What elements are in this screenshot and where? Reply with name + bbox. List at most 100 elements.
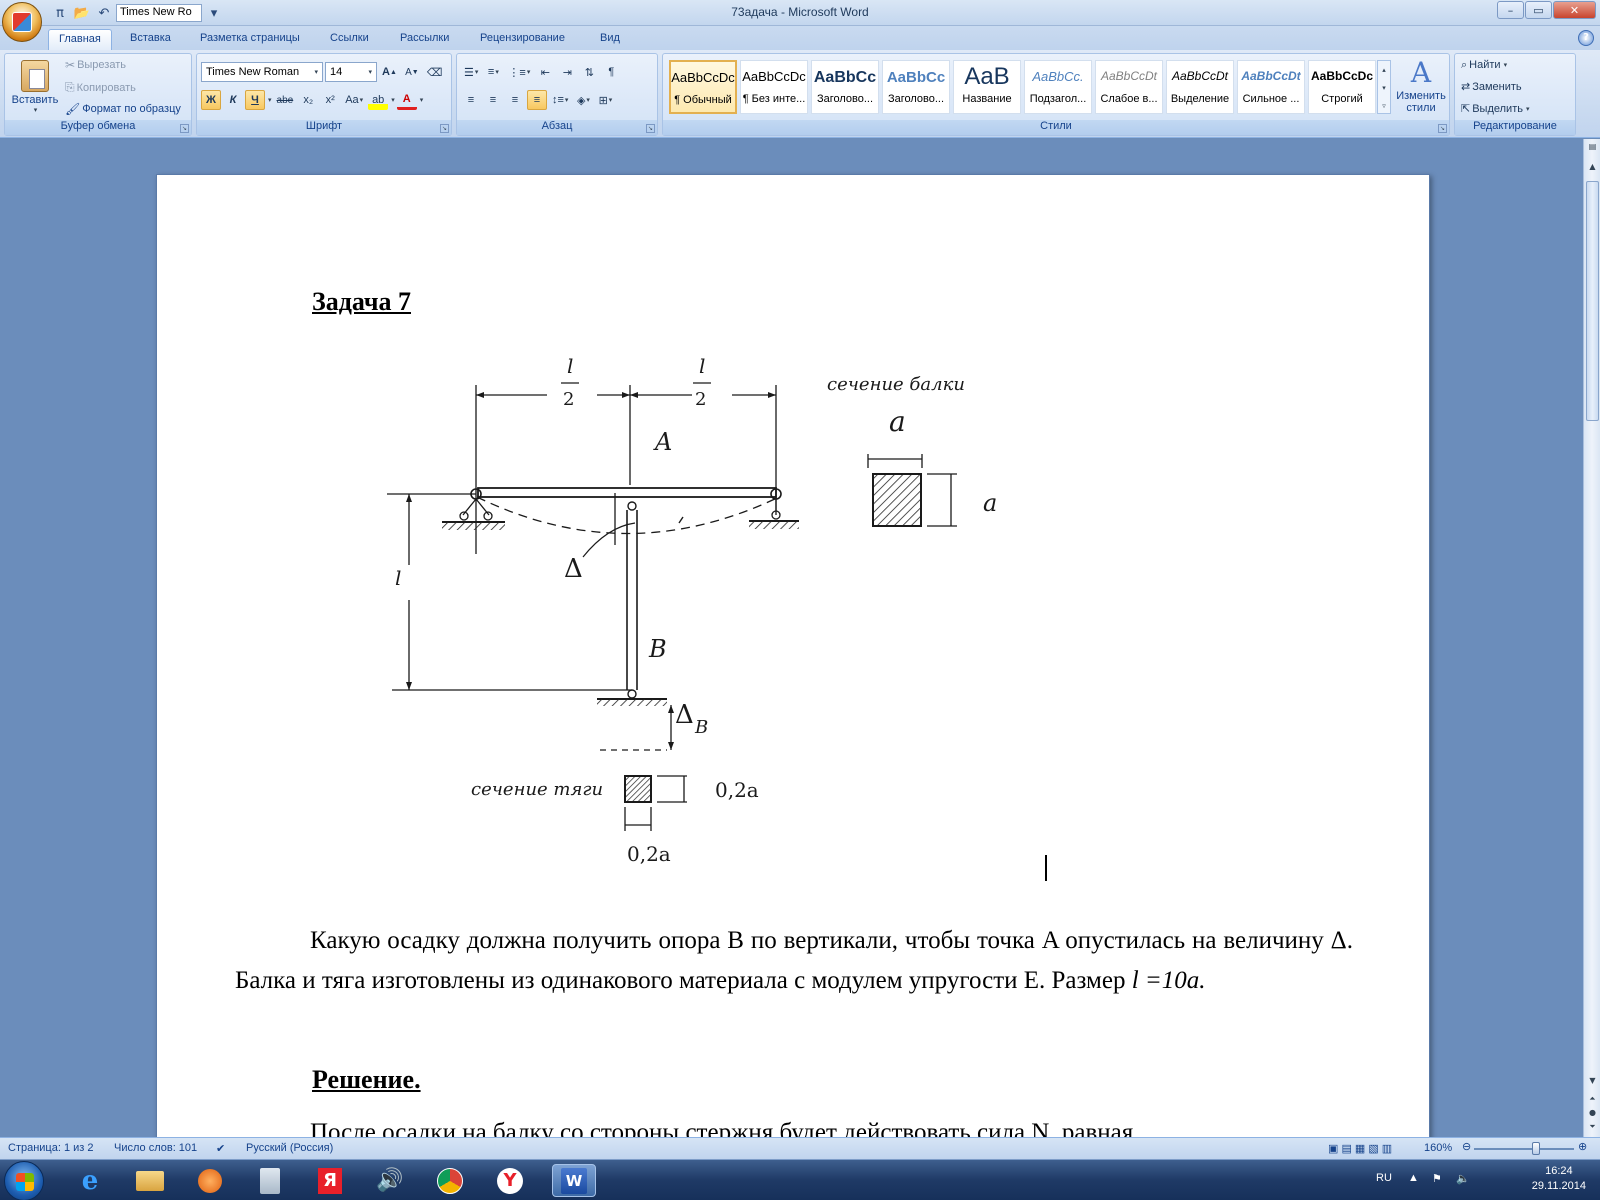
style-tile[interactable]: AaBbCcDt Выделение: [1166, 60, 1234, 114]
clear-format-icon[interactable]: ⌫: [424, 62, 446, 82]
chrome-icon[interactable]: [428, 1164, 472, 1197]
language-indicator[interactable]: Русский (Россия): [246, 1142, 333, 1154]
align-center-icon[interactable]: ≡: [483, 90, 503, 110]
strikethrough-button[interactable]: abe: [274, 90, 297, 110]
ruler-toggle-icon[interactable]: ▤: [1585, 139, 1600, 154]
calculator-icon[interactable]: [248, 1164, 292, 1197]
font-family-combo[interactable]: Times New Roman ▾: [201, 62, 323, 82]
file-explorer-icon[interactable]: [128, 1164, 172, 1197]
font-launcher-icon[interactable]: ↘: [440, 124, 449, 133]
close-button[interactable]: ✕: [1553, 1, 1596, 19]
beam-section-caption: сечение балки: [827, 374, 965, 395]
zoom-in-icon[interactable]: ⊕: [1578, 1140, 1587, 1153]
tab-home[interactable]: Главная: [48, 29, 112, 50]
bold-button[interactable]: Ж: [201, 90, 221, 110]
yandex-icon[interactable]: Я: [308, 1164, 352, 1197]
style-tile[interactable]: AaBbCc Заголово...: [882, 60, 950, 114]
minimize-button[interactable]: –: [1497, 1, 1524, 19]
decrease-indent-icon[interactable]: ⇤: [535, 62, 555, 82]
shrink-font-button[interactable]: A ▼: [402, 62, 422, 82]
gallery-scroll[interactable]: ▴ ▾ ▿: [1377, 60, 1391, 114]
internet-explorer-icon[interactable]: e: [68, 1164, 112, 1197]
increase-indent-icon[interactable]: ⇥: [557, 62, 577, 82]
grow-font-button[interactable]: A ▲: [379, 62, 400, 82]
tab-page-layout[interactable]: Разметка страницы: [190, 29, 310, 50]
highlight-icon[interactable]: ab: [368, 90, 389, 110]
show-hidden-icon[interactable]: ▲: [1408, 1172, 1419, 1184]
media-player-icon[interactable]: [188, 1164, 232, 1197]
style-tile[interactable]: AaB Название: [953, 60, 1021, 114]
style-tile[interactable]: AaBbCcDc ¶ Без инте...: [740, 60, 808, 114]
font-size-combo[interactable]: 14 ▾: [325, 62, 377, 82]
zoom-level[interactable]: 160%: [1424, 1142, 1452, 1154]
proofing-icon[interactable]: ✔: [216, 1142, 225, 1155]
action-center-flag-icon[interactable]: ⚑: [1432, 1172, 1442, 1185]
dim-l-vertical: l: [395, 566, 401, 590]
styles-launcher-icon[interactable]: ↘: [1438, 124, 1447, 133]
multilevel-list-icon[interactable]: ⋮≡ ▾: [505, 62, 533, 82]
scroll-down-icon[interactable]: ▼: [1585, 1073, 1600, 1088]
copy-button[interactable]: ⎘ Копировать: [65, 80, 136, 95]
cut-button[interactable]: ✂ Вырезать: [65, 58, 126, 72]
tab-insert[interactable]: Вставка: [120, 29, 181, 50]
tab-review[interactable]: Рецензирование: [470, 29, 575, 50]
next-page-icon[interactable]: ⏷: [1585, 1119, 1600, 1134]
style-tile[interactable]: AaBbCcDt Слабое в...: [1095, 60, 1163, 114]
zoom-slider-thumb[interactable]: [1532, 1142, 1540, 1155]
justify-icon[interactable]: ≡: [527, 90, 547, 110]
font-color-icon[interactable]: A: [396, 90, 417, 110]
tab-mailings[interactable]: Рассылки: [390, 29, 459, 50]
find-button[interactable]: ⌕ Найти ▾: [1461, 58, 1507, 72]
change-case-button[interactable]: Aa ▾: [342, 90, 366, 110]
page-count[interactable]: Страница: 1 из 2: [8, 1142, 94, 1154]
prev-page-icon[interactable]: ⏶: [1585, 1091, 1600, 1106]
zoom-slider[interactable]: [1474, 1148, 1574, 1150]
superscript-button[interactable]: x²: [320, 90, 340, 110]
line-spacing-icon[interactable]: ↕≡ ▾: [549, 90, 571, 110]
paste-button[interactable]: Вставить ▾: [9, 56, 61, 118]
zoom-out-icon[interactable]: ⊖: [1462, 1140, 1471, 1153]
browse-object-icon[interactable]: ●: [1585, 1105, 1600, 1120]
start-button[interactable]: [4, 1161, 44, 1200]
language-bar[interactable]: RU: [1376, 1172, 1392, 1184]
style-tile[interactable]: AaBbCc Заголово...: [811, 60, 879, 114]
sort-icon[interactable]: ⇅: [579, 62, 599, 82]
underline-button[interactable]: Ч: [245, 90, 265, 110]
style-tile[interactable]: AaBbCcDc ¶ Обычный: [669, 60, 737, 114]
subscript-button[interactable]: x₂: [298, 90, 318, 110]
paragraph-launcher-icon[interactable]: ↘: [646, 124, 655, 133]
yandex-browser-icon[interactable]: Y: [488, 1164, 532, 1197]
view-buttons[interactable]: ▣ ▤ ▦ ▧ ▥: [1328, 1142, 1392, 1155]
clipboard-group-label: Буфер обмена: [5, 120, 191, 135]
change-styles-button[interactable]: A Изменить стили: [1393, 56, 1449, 118]
style-tile[interactable]: AaBbCcDt Сильное ...: [1237, 60, 1305, 114]
tab-references[interactable]: Ссылки: [320, 29, 379, 50]
show-marks-icon[interactable]: ¶: [601, 62, 621, 82]
clipboard-launcher-icon[interactable]: ↘: [180, 124, 189, 133]
word-count[interactable]: Число слов: 101: [114, 1142, 197, 1154]
help-icon[interactable]: ?: [1578, 30, 1594, 46]
numbering-icon[interactable]: ≡ ▾: [483, 62, 503, 82]
format-painter-button[interactable]: 🖌 Формат по образцу: [65, 102, 181, 116]
select-button[interactable]: ⇱ Выделить ▾: [1461, 102, 1529, 115]
replace-button[interactable]: ⇄ Заменить: [1461, 80, 1522, 93]
scroll-thumb[interactable]: [1586, 181, 1599, 421]
volume-icon[interactable]: 🔈: [1456, 1172, 1470, 1185]
shading-icon[interactable]: ◈ ▾: [573, 90, 593, 110]
borders-icon[interactable]: ⊞ ▾: [595, 90, 615, 110]
bullets-icon[interactable]: ☰ ▾: [461, 62, 481, 82]
vertical-scrollbar[interactable]: ▤ ▲ ▼ ⏶ ● ⏷: [1583, 139, 1600, 1137]
clock[interactable]: 16:24 29.11.2014: [1532, 1164, 1586, 1194]
tab-view[interactable]: Вид: [590, 29, 630, 50]
style-tile[interactable]: AaBbCcDc Строгий: [1308, 60, 1376, 114]
maximize-button[interactable]: ▭: [1525, 1, 1552, 19]
speaker-app-icon[interactable]: 🔊: [368, 1164, 412, 1197]
document-page[interactable]: Задача 7 l 2 l 2 A B Δ Δ B l сечение бал…: [156, 174, 1430, 1137]
word-taskbar-icon[interactable]: W: [552, 1164, 596, 1197]
align-left-icon[interactable]: ≡: [461, 90, 481, 110]
office-button[interactable]: [2, 2, 42, 42]
style-tile[interactable]: AaBbCc. Подзагол...: [1024, 60, 1092, 114]
scroll-up-icon[interactable]: ▲: [1585, 159, 1600, 174]
align-right-icon[interactable]: ≡: [505, 90, 525, 110]
italic-button[interactable]: К: [223, 90, 243, 110]
